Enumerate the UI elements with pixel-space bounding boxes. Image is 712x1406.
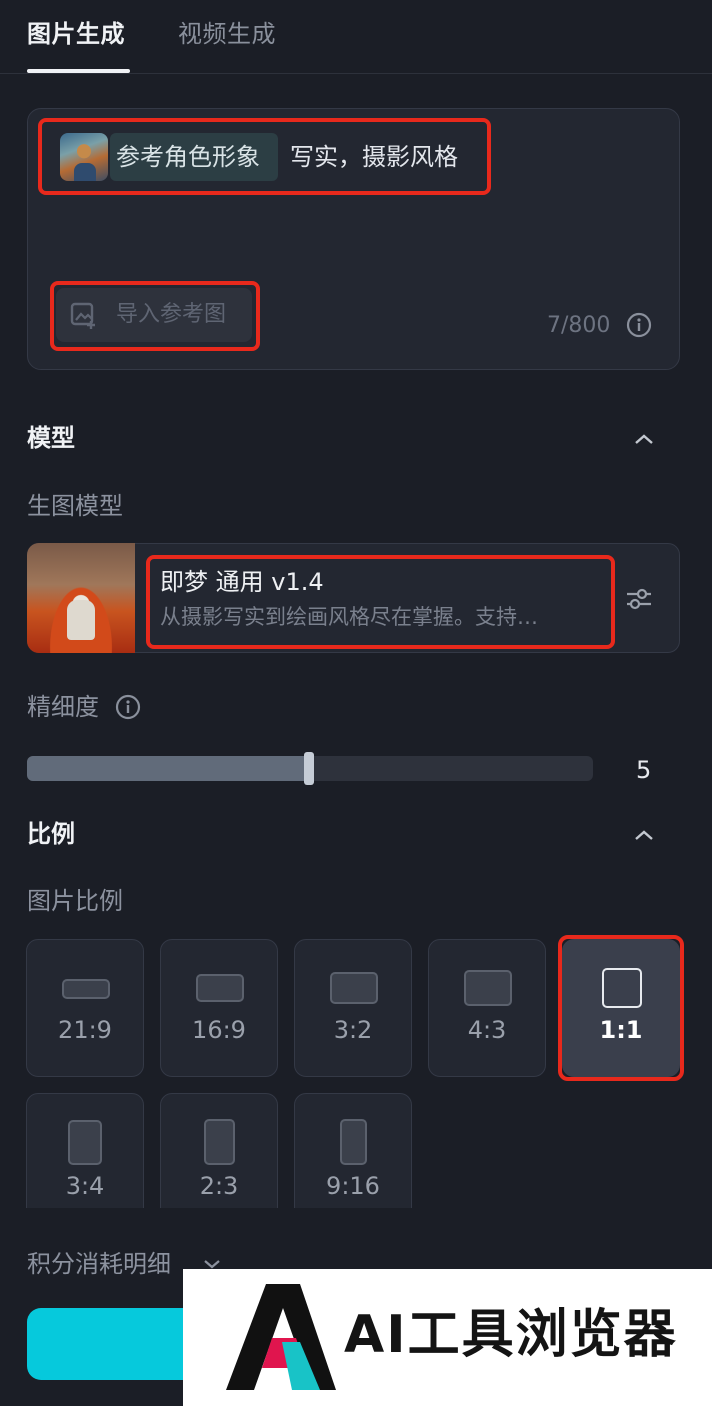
ratio-label: 4:3 xyxy=(467,1016,507,1044)
highlight-box-model xyxy=(146,555,615,649)
detail-slider-fill xyxy=(27,756,311,781)
ratio-option-3-2[interactable]: 3:2 xyxy=(294,939,412,1077)
ratio-21-9-shape-icon xyxy=(62,979,110,999)
highlight-box-prompt xyxy=(38,118,491,195)
ratio-3-2-shape-icon xyxy=(330,972,378,1004)
detail-value: 5 xyxy=(636,756,652,784)
highlight-box-import xyxy=(50,281,260,351)
chevron-up-icon[interactable] xyxy=(633,432,655,446)
ratio-option-4-3[interactable]: 4:3 xyxy=(428,939,546,1077)
tab-image-generation[interactable]: 图片生成 xyxy=(27,14,125,49)
ratio-label: 16:9 xyxy=(192,1016,246,1044)
tab-divider xyxy=(0,73,712,74)
ratio-label: 2:3 xyxy=(199,1172,239,1200)
astronaut-figure xyxy=(67,600,95,640)
ratio-section-title: 比例 xyxy=(27,820,75,848)
ratio-3-4-shape-icon xyxy=(68,1120,102,1165)
detail-label: 精细度 xyxy=(27,693,99,721)
model-settings-icon[interactable] xyxy=(624,584,654,614)
detail-info-icon[interactable] xyxy=(115,694,141,720)
highlight-box-ratio xyxy=(558,935,684,1081)
info-icon[interactable] xyxy=(626,312,652,338)
credits-detail-label[interactable]: 积分消耗明细 xyxy=(27,1248,171,1280)
detail-slider-handle[interactable] xyxy=(304,752,314,785)
watermark-logo-icon xyxy=(226,1284,336,1390)
model-section-title: 模型 xyxy=(27,424,75,452)
ratio-option-16-9[interactable]: 16:9 xyxy=(160,939,278,1077)
ratio-option-21-9[interactable]: 21:9 xyxy=(26,939,144,1077)
chevron-up-icon[interactable] xyxy=(633,828,655,842)
ratio-4-3-shape-icon xyxy=(464,970,512,1006)
ratio-label: 21:9 xyxy=(58,1016,112,1044)
ratio-2-3-shape-icon xyxy=(204,1119,235,1165)
ratio-9-16-shape-icon xyxy=(340,1119,367,1165)
ratio-sub-label: 图片比例 xyxy=(27,887,123,915)
character-counter: 7/800 xyxy=(547,313,611,338)
tab-video-generation[interactable]: 视频生成 xyxy=(178,14,276,49)
ratio-label: 9:16 xyxy=(326,1172,380,1200)
scroll-clip-edge xyxy=(0,1208,712,1238)
ratio-label: 3:4 xyxy=(65,1172,105,1200)
model-sub-label: 生图模型 xyxy=(27,492,123,520)
ratio-label: 3:2 xyxy=(333,1016,373,1044)
watermark-text: AI工具浏览器 xyxy=(344,1305,678,1365)
ratio-16-9-shape-icon xyxy=(196,974,244,1002)
